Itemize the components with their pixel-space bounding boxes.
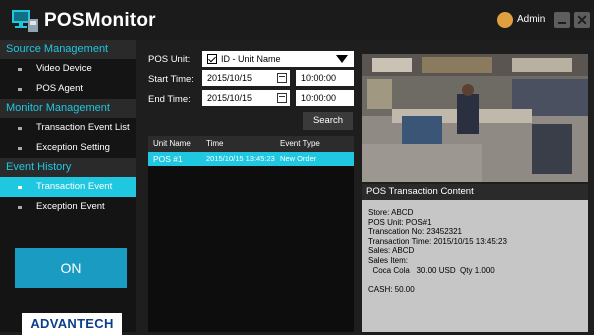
cell-unit-name: POS #1: [153, 154, 183, 164]
pos-content-title: POS Transaction Content: [362, 184, 588, 200]
minimize-button[interactable]: [554, 12, 570, 28]
pos-unit-label: POS Unit:: [148, 54, 191, 65]
end-date-value: 2015/10/15: [207, 93, 253, 103]
column-time[interactable]: Time: [206, 136, 223, 152]
app-window: POSMonitor Admin ✕ Source Management Vid…: [0, 0, 594, 335]
calendar-icon[interactable]: [277, 73, 287, 83]
content-line: [368, 275, 582, 285]
checkbox-icon[interactable]: [207, 54, 217, 64]
sidebar: Source Management Video Device POS Agent…: [0, 40, 136, 335]
on-button[interactable]: ON: [15, 248, 127, 288]
section-source-management: Source Management: [0, 40, 136, 59]
cell-event-type: New Order: [280, 154, 317, 163]
content-line: Sales: ABCD: [368, 246, 415, 256]
column-event-type[interactable]: Event Type: [280, 136, 320, 152]
column-unit-name[interactable]: Unit Name: [153, 136, 191, 152]
start-date-input[interactable]: 2015/10/15: [202, 70, 290, 86]
calendar-icon[interactable]: [277, 93, 287, 103]
content-line: Store: ABCD: [368, 208, 414, 217]
content-line: Transcation No: 23452321: [368, 227, 462, 237]
content-line: Transaction Time: 2015/10/15 13:45:23: [368, 236, 507, 246]
sidebar-item-exception-event[interactable]: Exception Event: [0, 197, 136, 217]
event-table: Unit Name Time Event Type POS #1 2015/10…: [148, 136, 354, 332]
content-line: POS Unit: POS#1: [368, 217, 432, 227]
end-date-input[interactable]: 2015/10/15: [202, 90, 290, 106]
pos-unit-select[interactable]: ID - Unit Name: [202, 51, 354, 67]
start-date-value: 2015/10/15: [207, 73, 253, 83]
start-time-label: Start Time:: [148, 74, 194, 85]
sidebar-item-transaction-event[interactable]: Transaction Event: [0, 177, 136, 197]
content-line: Sales Item:: [368, 255, 409, 265]
end-time-input[interactable]: 10:00:00: [296, 90, 354, 106]
user-icon[interactable]: [497, 12, 513, 28]
section-event-history: Event History: [0, 158, 136, 177]
start-time-input[interactable]: 10:00:00: [296, 70, 354, 86]
user-name[interactable]: Admin: [517, 14, 545, 25]
sidebar-item-pos-agent[interactable]: POS Agent: [0, 79, 136, 99]
monitor-logo-icon: [12, 10, 38, 32]
sidebar-item-transaction-event-list[interactable]: Transaction Event List: [0, 118, 136, 138]
search-button[interactable]: Search: [303, 112, 353, 130]
close-button[interactable]: ✕: [574, 12, 590, 28]
end-time-label: End Time:: [148, 94, 191, 105]
sidebar-item-video-device[interactable]: Video Device: [0, 59, 136, 79]
camera-view[interactable]: [362, 54, 588, 182]
table-header: Unit Name Time Event Type: [148, 136, 354, 152]
sidebar-item-exception-setting[interactable]: Exception Setting: [0, 138, 136, 158]
close-icon: ✕: [576, 12, 588, 28]
pos-unit-value: ID - Unit Name: [221, 54, 281, 64]
title-bar: POSMonitor Admin ✕: [0, 0, 594, 40]
content-line: Coca Cola 30.00 USD Qty 1.000: [368, 265, 495, 275]
app-title: POSMonitor: [44, 10, 156, 31]
table-row[interactable]: POS #1 2015/10/15 13:45:23 New Order: [148, 152, 354, 166]
dropdown-arrow-icon: [336, 55, 348, 63]
camera-image: [362, 54, 588, 182]
pos-content-panel: Store: ABCD POS Unit: POS#1 Transcation …: [362, 200, 588, 332]
cell-time: 2015/10/15 13:45:23: [206, 154, 275, 163]
content-line: CASH: 50.00: [368, 284, 415, 294]
section-monitor-management: Monitor Management: [0, 99, 136, 118]
